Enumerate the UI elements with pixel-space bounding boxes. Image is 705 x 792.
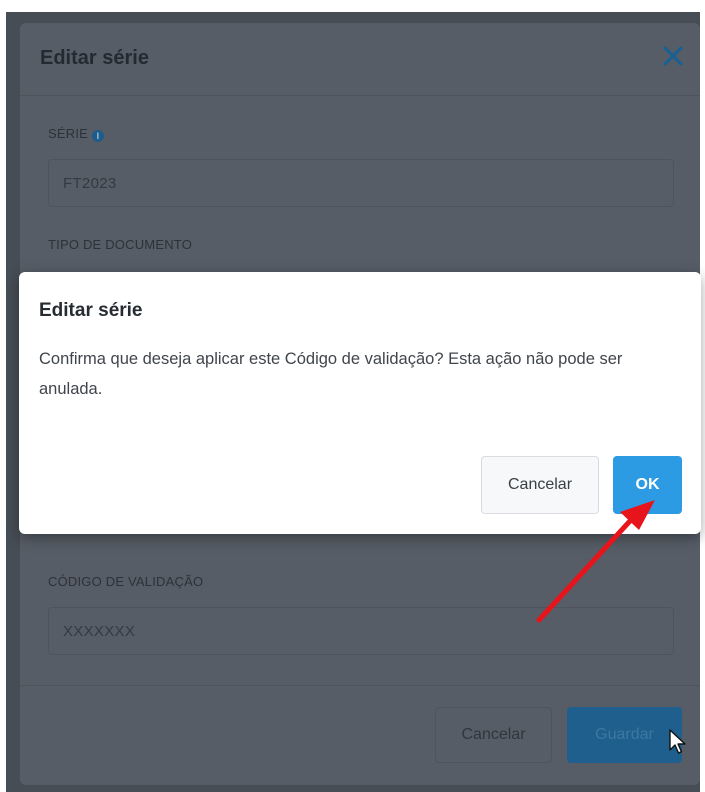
mouse-pointer-icon bbox=[669, 729, 686, 754]
codigo-validacao-value: XXXXXXX bbox=[63, 623, 136, 640]
tipo-documento-label: TIPO DE DOCUMENTO bbox=[48, 237, 193, 252]
dialog-title: Editar série bbox=[39, 300, 143, 321]
dialog-message: Confirma que deseja aplicar este Código … bbox=[39, 350, 623, 398]
codigo-validacao-label: CÓDIGO DE VALIDAÇÃO bbox=[48, 574, 204, 589]
confirm-dialog: Editar série Confirma que deseja aplicar… bbox=[19, 272, 701, 534]
modal-title: Editar série bbox=[40, 47, 149, 69]
close-icon[interactable] bbox=[660, 43, 686, 69]
serie-field[interactable]: FT2023 bbox=[48, 159, 674, 207]
cancel-button[interactable]: Cancelar bbox=[435, 707, 552, 763]
codigo-validacao-field[interactable]: XXXXXXX bbox=[48, 607, 674, 655]
save-button[interactable]: Guardar bbox=[567, 707, 682, 763]
serie-value: FT2023 bbox=[63, 175, 117, 192]
serie-label: SÉRIE i bbox=[48, 126, 105, 142]
modal-header: Editar série bbox=[20, 23, 700, 96]
ok-button[interactable]: OK bbox=[613, 456, 682, 514]
modal-footer: Cancelar Guardar bbox=[20, 685, 700, 785]
dialog-cancel-button[interactable]: Cancelar bbox=[481, 456, 599, 514]
info-icon: i bbox=[92, 130, 105, 142]
